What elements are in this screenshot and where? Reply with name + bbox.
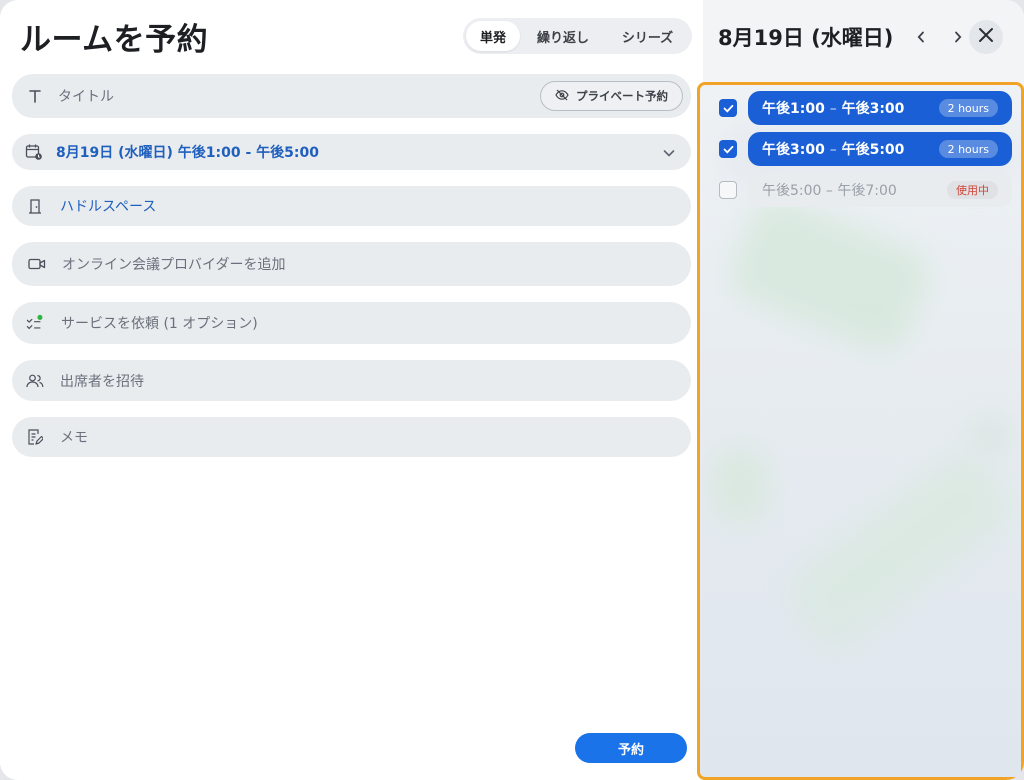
time-slot: 午後5:00 – 午後7:00 使用中 — [700, 173, 1021, 207]
booking-type-switch: 単発 繰り返し シリーズ — [463, 18, 692, 54]
calendar-clock-icon — [25, 143, 43, 161]
chevron-down-icon[interactable] — [663, 143, 675, 162]
datetime-field[interactable]: 8月19日 (水曜日) 午後1:00 - 午後5:00 — [12, 134, 691, 170]
tab-single[interactable]: 単発 — [466, 21, 520, 51]
datetime-value: 8月19日 (水曜日) 午後1:00 - 午後5:00 — [56, 145, 319, 161]
door-icon — [26, 197, 44, 215]
room-value: ハドルスペース — [60, 199, 157, 215]
map-zone — [721, 188, 939, 362]
room-field[interactable]: ハドルスペース — [12, 186, 691, 226]
checklist-icon — [26, 314, 44, 332]
memo-label: メモ — [60, 430, 88, 446]
close-icon — [978, 27, 994, 47]
video-icon — [28, 255, 46, 273]
booking-form-panel: ルームを予約 単発 繰り返し シリーズ タイトル プライベート予約 8月19日 … — [0, 0, 703, 780]
duration-badge: 2 hours — [938, 140, 998, 158]
floor-map-panel: 午後1:00 – 午後3:00 2 hours 午後3:00 – 午後5:00 … — [697, 82, 1024, 780]
slot-time: 午後5:00 – 午後7:00 — [762, 183, 897, 199]
chevron-right-icon[interactable] — [945, 24, 971, 50]
time-slot: 午後1:00 – 午後3:00 2 hours — [700, 91, 1021, 125]
chevron-left-icon[interactable] — [908, 24, 934, 50]
slot-pill[interactable]: 午後5:00 – 午後7:00 使用中 — [748, 173, 1012, 207]
note-edit-icon — [26, 428, 44, 446]
tab-series[interactable]: シリーズ — [606, 21, 689, 51]
page-title: ルームを予約 — [20, 22, 209, 58]
map-zone — [777, 440, 1021, 660]
text-icon — [26, 87, 44, 105]
map-zone — [970, 415, 1010, 455]
slot-checkbox[interactable] — [719, 140, 737, 158]
people-icon — [26, 372, 44, 390]
slot-pill[interactable]: 午後3:00 – 午後5:00 2 hours — [748, 132, 1012, 166]
slot-pill[interactable]: 午後1:00 – 午後3:00 2 hours — [748, 91, 1012, 125]
services-label: サービスを依頼 (1 オプション) — [61, 316, 258, 332]
slot-time: 午後3:00 – 午後5:00 — [762, 142, 905, 158]
booking-dialog: ルームを予約 単発 繰り返し シリーズ タイトル プライベート予約 8月19日 … — [0, 0, 1024, 780]
duration-badge: 2 hours — [938, 99, 998, 117]
online-meeting-label: オンライン会議プロバイダーを追加 — [62, 257, 286, 273]
map-zone — [710, 445, 770, 525]
title-placeholder: タイトル — [58, 89, 114, 105]
submit-button[interactable]: 予約 — [575, 733, 687, 763]
close-button[interactable] — [969, 20, 1003, 54]
time-slot: 午後3:00 – 午後5:00 2 hours — [700, 132, 1021, 166]
busy-badge: 使用中 — [947, 181, 998, 199]
private-booking-label: プライベート予約 — [576, 89, 668, 103]
eye-off-icon — [555, 89, 569, 104]
schedule-date: 8月19日 (水曜日) — [718, 26, 894, 50]
slot-checkbox[interactable] — [719, 99, 737, 117]
private-booking-button[interactable]: プライベート予約 — [540, 81, 683, 111]
online-meeting-field[interactable]: オンライン会議プロバイダーを追加 — [12, 242, 691, 286]
title-field[interactable]: タイトル プライベート予約 — [12, 74, 691, 118]
slot-time: 午後1:00 – 午後3:00 — [762, 101, 905, 117]
services-field[interactable]: サービスを依頼 (1 オプション) — [12, 302, 691, 344]
tab-recurring[interactable]: 繰り返し — [520, 21, 606, 51]
attendees-field[interactable]: 出席者を招待 — [12, 360, 691, 401]
memo-field[interactable]: メモ — [12, 417, 691, 457]
attendees-label: 出席者を招待 — [60, 373, 144, 390]
slot-checkbox[interactable] — [719, 181, 737, 199]
